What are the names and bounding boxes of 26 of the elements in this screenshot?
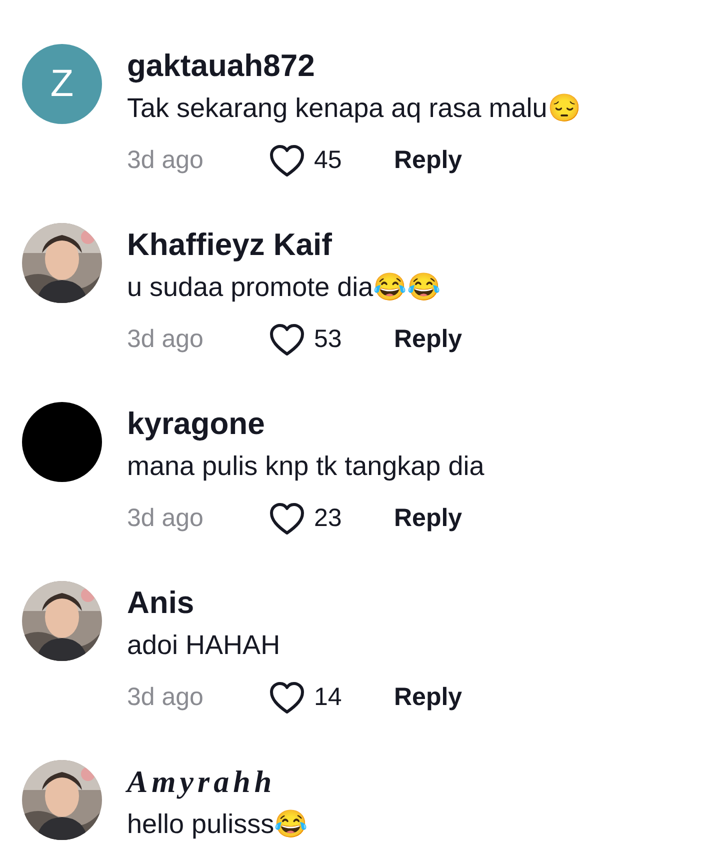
username[interactable]: kyragone [127, 406, 484, 442]
username[interactable]: gaktauah872 [127, 48, 582, 84]
comment-text: adoi HAHAH [127, 629, 282, 662]
timestamp: 3d ago [127, 145, 204, 176]
heart-icon[interactable] [269, 144, 305, 178]
timestamp: 3d ago [127, 503, 204, 534]
like-count: 45 [314, 145, 343, 176]
reply-button[interactable]: Reply [394, 142, 462, 180]
reply-button[interactable]: Reply [394, 679, 462, 717]
username[interactable]: Anis [127, 585, 462, 621]
like-count: 14 [314, 682, 343, 714]
comment-text: mana pulis knp tk tangkap dia [127, 450, 484, 483]
username[interactable]: Khaffieyz Kaif [127, 227, 462, 263]
heart-icon[interactable] [269, 502, 305, 536]
comment-text: Tak sekarang kenapa aq rasa malu😔 [127, 92, 582, 125]
reply-button[interactable]: Reply [394, 500, 462, 538]
reply-button[interactable]: Reply [394, 321, 462, 359]
comment-text: hello pulisss😂 [127, 808, 308, 841]
heart-icon[interactable] [269, 681, 305, 715]
username[interactable]: Amyrahh [127, 764, 308, 800]
timestamp: 3d ago [127, 324, 204, 356]
heart-icon[interactable] [269, 323, 305, 357]
comment-text: u sudaa promote dia😂😂 [127, 271, 442, 304]
timestamp: 3d ago [127, 682, 204, 714]
like-count: 23 [314, 503, 343, 534]
like-count: 53 [314, 324, 343, 356]
